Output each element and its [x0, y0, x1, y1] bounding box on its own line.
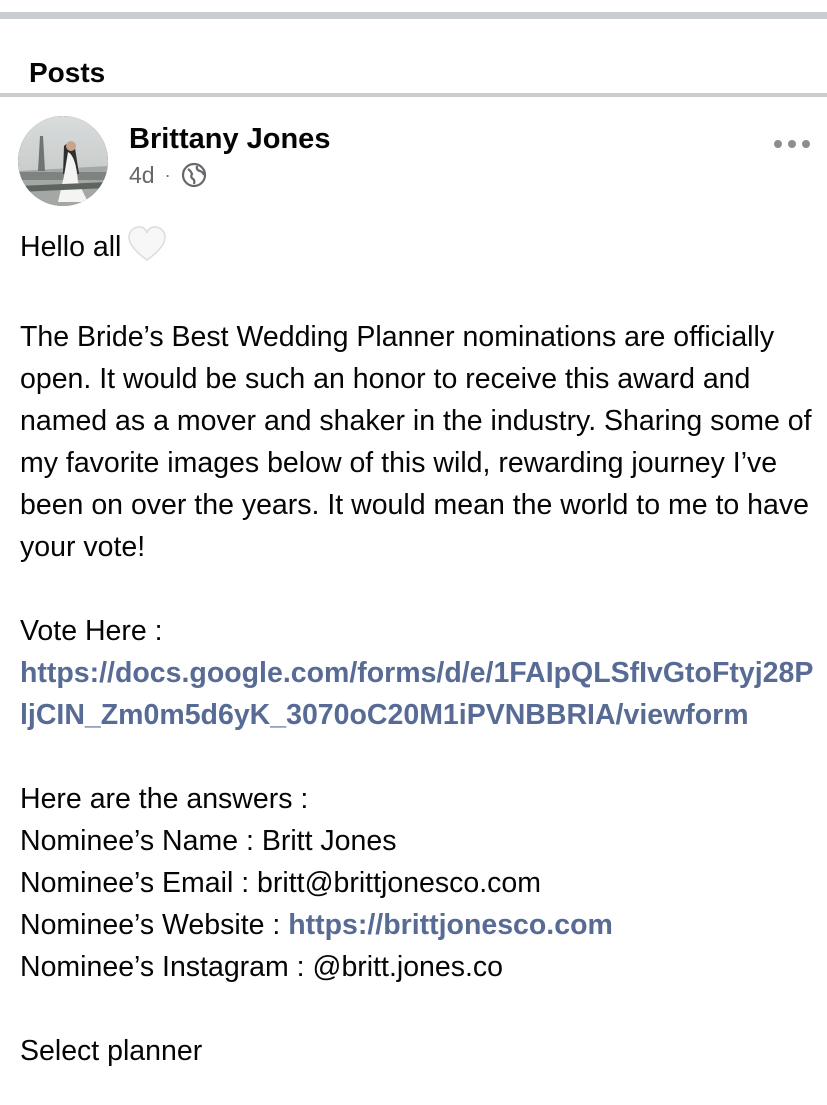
top-divider [0, 12, 827, 19]
white-heart-icon [127, 226, 167, 274]
meta-separator: · [164, 164, 171, 185]
website-link[interactable]: https://brittjonesco.com [288, 909, 613, 941]
more-dots-icon [774, 140, 782, 148]
post-time[interactable]: 4d [129, 162, 155, 189]
post-body: Hello all The Bride’s Best Wedding Plann… [20, 226, 815, 1072]
nominee-website-label: Nominee’s Website : [20, 909, 289, 941]
author-name[interactable]: Brittany Jones [129, 122, 330, 156]
greeting-line: Hello all [20, 226, 815, 274]
vote-label: Vote Here : [20, 615, 163, 647]
nominee-email: Nominee’s Email : britt@brittjonesco.com [20, 867, 542, 899]
vote-link[interactable]: https://docs.google.com/forms/d/e/1FAIpQ… [20, 657, 813, 731]
more-options-button[interactable] [774, 130, 810, 158]
nominee-name: Nominee’s Name : Britt Jones [20, 825, 397, 857]
select-planner-text: Select planner [20, 1035, 203, 1067]
globe-icon[interactable] [181, 162, 207, 188]
section-divider [0, 93, 827, 97]
nominee-instagram: Nominee’s Instagram : @britt.jones.co [20, 951, 504, 983]
avatar[interactable] [18, 116, 108, 206]
answers-heading: Here are the answers : [20, 783, 309, 815]
post-paragraph: The Bride’s Best Wedding Planner nominat… [20, 321, 812, 563]
section-title: Posts [29, 57, 106, 88]
avatar-photo [18, 116, 108, 206]
greeting-text: Hello all [20, 231, 122, 263]
post-meta: 4d · [129, 160, 207, 190]
nominee-website-line: Nominee’s Website : https://brittjonesco… [20, 904, 815, 946]
